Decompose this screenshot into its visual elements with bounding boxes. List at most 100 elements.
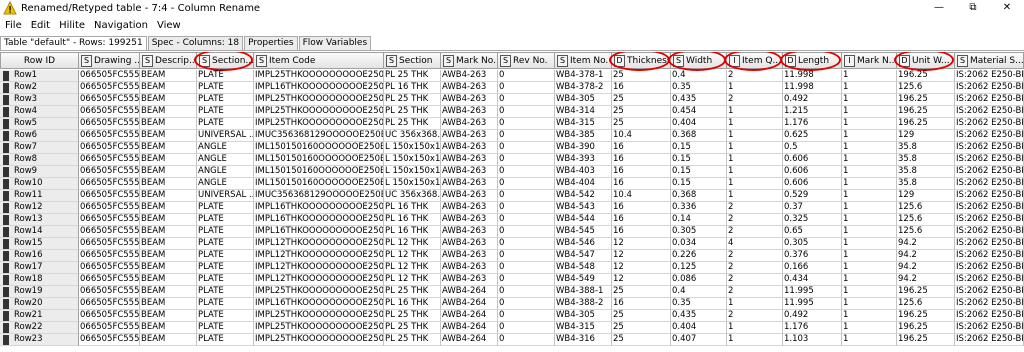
table-cell[interactable]: 066505FC5557 (79, 334, 140, 346)
table-cell[interactable]: PL 25 THK (384, 334, 441, 346)
table-cell[interactable]: 125.6 (897, 298, 955, 310)
table-cell[interactable]: IMPL12THKOOOOOOOOOE250BR (254, 274, 384, 286)
table-cell[interactable]: 1 (842, 262, 897, 274)
table-cell[interactable]: 0 (498, 250, 555, 262)
table-cell[interactable]: WB4-305 (555, 94, 612, 106)
menu-edit[interactable]: Edit (31, 20, 50, 31)
table-row[interactable]: Row9 066505FC5556 BEAM ANGLE IML150150160OOO… (0, 166, 1024, 178)
column-header[interactable]: S Rev No. (498, 52, 555, 69)
table-cell[interactable]: 1 (727, 142, 783, 154)
table-cell[interactable]: PLATE (197, 298, 254, 310)
table-cell[interactable]: IML150150160OOOOOOE250BR (254, 166, 384, 178)
table-cell[interactable]: BEAM (140, 238, 197, 250)
row-id-cell[interactable]: Row23 (0, 334, 79, 346)
table-cell[interactable]: WB4-542 (555, 190, 612, 202)
table-cell[interactable]: 35.8 (897, 142, 955, 154)
table-cell[interactable]: PL 12 THK (384, 274, 441, 286)
table-cell[interactable]: WB4-404 (555, 178, 612, 190)
row-id-cell[interactable]: Row19 (0, 286, 79, 298)
table-cell[interactable]: AWB4-263 (441, 262, 498, 274)
table-cell[interactable]: IS:2062 E250-BR (955, 250, 1024, 262)
table-cell[interactable]: 0.404 (671, 118, 727, 130)
table-row[interactable]: Row18 066505FC5556 BEAM PLATE IMPL12THKOOOOO… (0, 274, 1024, 286)
table-cell[interactable]: 2 (727, 70, 783, 82)
row-id-cell[interactable]: Row13 (0, 214, 79, 226)
table-cell[interactable]: 1 (842, 142, 897, 154)
table-cell[interactable]: IMPL25THKOOOOOOOOOE250BR (254, 70, 384, 82)
table-cell[interactable]: 066505FC5556 (79, 70, 140, 82)
table-cell[interactable]: IS:2062 E250-BR (955, 142, 1024, 154)
table-cell[interactable]: 0 (498, 238, 555, 250)
table-row[interactable]: Row2 066505FC5556 BEAM PLATE IMPL16THKOOOOOO… (0, 82, 1024, 94)
table-cell[interactable]: AWB4-263 (441, 118, 498, 130)
menu-view[interactable]: View (157, 20, 181, 31)
table-cell[interactable]: BEAM (140, 274, 197, 286)
table-cell[interactable]: IS:2062 E250-BR (955, 286, 1024, 298)
table-row[interactable]: Row10 066505FC5556 BEAM ANGLE IML150150160OO… (0, 178, 1024, 190)
table-cell[interactable]: 1 (842, 154, 897, 166)
table-cell[interactable]: 066505FC5556 (79, 202, 140, 214)
table-cell[interactable]: IMPL16THKOOOOOOOOOE250BR (254, 226, 384, 238)
table-cell[interactable]: AWB4-263 (441, 202, 498, 214)
table-cell[interactable]: BEAM (140, 262, 197, 274)
table-cell[interactable]: 0 (498, 154, 555, 166)
table-cell[interactable]: 0.434 (783, 274, 842, 286)
table-cell[interactable]: ANGLE (197, 154, 254, 166)
table-cell[interactable]: 25 (612, 70, 671, 82)
table-cell[interactable]: PL 16 THK (384, 214, 441, 226)
table-cell[interactable]: WB4-316 (555, 334, 612, 346)
table-row[interactable]: Row17 066505FC5556 BEAM PLATE IMPL12THKOOOOO… (0, 262, 1024, 274)
table-cell[interactable]: IS:2062 E250-BR (955, 262, 1024, 274)
table-cell[interactable]: IS:2062 E250-BR (955, 118, 1024, 130)
table-cell[interactable]: 11.998 (783, 82, 842, 94)
table-row[interactable]: Row5 066505FC5556 BEAM PLATE IMPL25THKOOOOOO… (0, 118, 1024, 130)
table-cell[interactable]: 066505FC5556 (79, 82, 140, 94)
table-cell[interactable]: WB4-403 (555, 166, 612, 178)
table-cell[interactable]: 1 (842, 190, 897, 202)
table-cell[interactable]: BEAM (140, 190, 197, 202)
table-cell[interactable]: IS:2062 E250-BR (955, 274, 1024, 286)
table-cell[interactable]: PL 25 THK (384, 70, 441, 82)
table-cell[interactable]: 16 (612, 82, 671, 94)
column-header[interactable]: S Drawing ... (79, 52, 140, 69)
table-cell[interactable]: WB4-548 (555, 262, 612, 274)
table-cell[interactable]: 25 (612, 322, 671, 334)
table-cell[interactable]: WB4-549 (555, 274, 612, 286)
column-header[interactable]: S Item Code (254, 52, 384, 69)
table-cell[interactable]: WB4-544 (555, 214, 612, 226)
table-cell[interactable]: PL 16 THK (384, 298, 441, 310)
table-cell[interactable]: WB4-390 (555, 142, 612, 154)
table-cell[interactable]: IS:2062 E250-BR (955, 166, 1024, 178)
table-cell[interactable]: IS:2062 E250-BR (955, 94, 1024, 106)
table-cell[interactable]: 0.368 (671, 130, 727, 142)
table-cell[interactable]: 16 (612, 202, 671, 214)
table-cell[interactable]: PLATE (197, 274, 254, 286)
table-cell[interactable]: PLATE (197, 70, 254, 82)
table-cell[interactable]: 1.103 (783, 334, 842, 346)
table-cell[interactable]: IMPL25THKOOOOOOOOOE250BR (254, 334, 384, 346)
table-cell[interactable]: 0.407 (671, 334, 727, 346)
table-cell[interactable]: WB4-305 (555, 310, 612, 322)
table-cell[interactable]: BEAM (140, 154, 197, 166)
table-cell[interactable]: PL 25 THK (384, 94, 441, 106)
table-cell[interactable]: 0 (498, 298, 555, 310)
table-cell[interactable]: AWB4-264 (441, 298, 498, 310)
table-cell[interactable]: 0.65 (783, 226, 842, 238)
table-cell[interactable]: 066505FC5556 (79, 154, 140, 166)
table-cell[interactable]: 0.492 (783, 310, 842, 322)
table-cell[interactable]: 1 (727, 322, 783, 334)
row-id-cell[interactable]: Row12 (0, 202, 79, 214)
table-cell[interactable]: 16 (612, 154, 671, 166)
table-cell[interactable]: BEAM (140, 130, 197, 142)
table-cell[interactable]: 0.35 (671, 298, 727, 310)
table-cell[interactable]: 129 (897, 130, 955, 142)
menu-file[interactable]: File (5, 20, 22, 31)
table-row[interactable]: Row21 066505FC5557 BEAM PLATE IMPL25THKOOOOO… (0, 310, 1024, 322)
table-cell[interactable]: L 150x150x16 (384, 166, 441, 178)
table-cell[interactable]: 25 (612, 118, 671, 130)
table-cell[interactable]: PL 25 THK (384, 106, 441, 118)
table-cell[interactable]: 1 (727, 166, 783, 178)
table-cell[interactable]: IS:2062 E250-BR (955, 178, 1024, 190)
table-cell[interactable]: AWB4-263 (441, 70, 498, 82)
table-cell[interactable]: 2 (727, 310, 783, 322)
